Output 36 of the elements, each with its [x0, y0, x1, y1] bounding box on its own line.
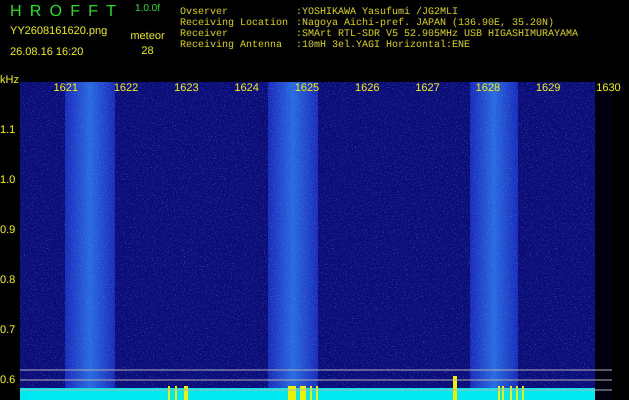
- x-axis-label: 1626: [354, 82, 380, 94]
- title-letter: F: [70, 2, 80, 22]
- info-label: Receiver: [180, 29, 228, 40]
- x-axis-label: 1630: [595, 82, 621, 94]
- title-letter: R: [30, 2, 42, 22]
- x-axis-label: 1624: [233, 82, 259, 94]
- info-value: :Nagoya Aichi-pref. JAPAN (136.90E, 35.20N): [296, 18, 554, 29]
- y-axis-label: 0.6: [0, 374, 16, 386]
- info-label: Receiving Location: [180, 18, 290, 29]
- y-axis-label: 0.8: [0, 274, 16, 286]
- version-label: 1.0.0f: [134, 3, 160, 15]
- title-letter: F: [88, 2, 98, 22]
- x-axis-label: 1623: [173, 82, 199, 94]
- y-axis-label: 1.0: [0, 174, 16, 186]
- x-axis-label: 1628: [474, 82, 500, 94]
- file-name: YY2608161620.png: [10, 24, 108, 38]
- info-label: Ovserver: [180, 7, 228, 18]
- x-axis-label: 1621: [52, 82, 78, 94]
- count-label: meteor: [130, 29, 165, 43]
- x-axis-label: 1625: [294, 82, 320, 94]
- y-axis-label: 0.7: [0, 324, 16, 336]
- info-label: Receiving Antenna: [180, 40, 284, 51]
- info-value: :YOSHIKAWA Yasufumi /JG2MLI: [296, 7, 458, 18]
- title-letter: O: [50, 2, 62, 22]
- title-letter: H: [10, 2, 22, 22]
- x-axis-label: 1622: [112, 82, 138, 94]
- axis-unit: kHz: [0, 74, 19, 86]
- title-letter: T: [106, 2, 116, 22]
- count-value: 28: [141, 44, 154, 58]
- y-axis-label: 0.9: [0, 224, 16, 236]
- info-value: :10mH 3el.YAGI Horizontal:ENE: [296, 40, 470, 51]
- x-axis-label: 1629: [534, 82, 560, 94]
- date-time: 26.08.16 16:20: [10, 45, 84, 59]
- y-axis-label: 1.1: [0, 124, 16, 136]
- info-value: :SMArt RTL-SDR V5 52.905MHz USB HIGASHIMURAYAMA: [296, 29, 578, 40]
- x-axis-label: 1627: [414, 82, 440, 94]
